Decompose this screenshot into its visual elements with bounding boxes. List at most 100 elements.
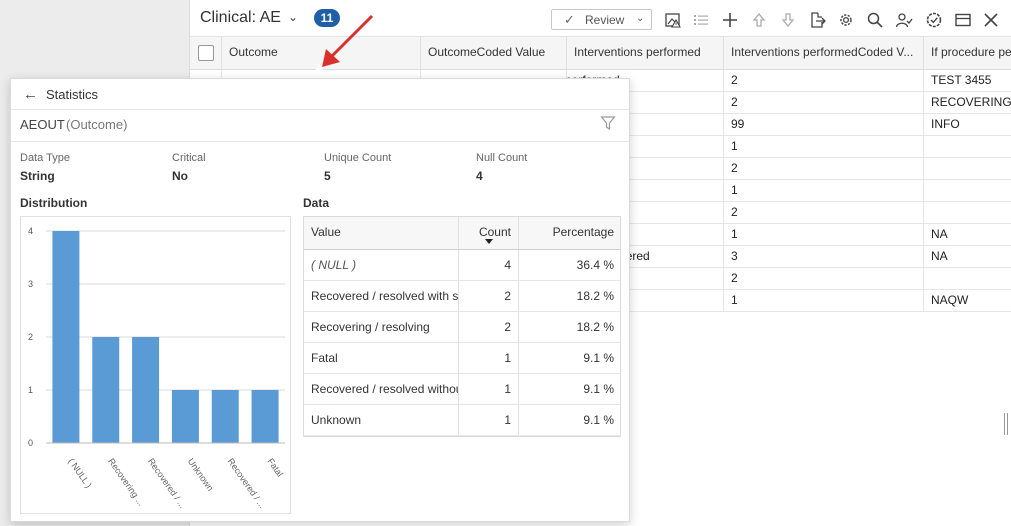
cell-coded: 2 — [724, 70, 924, 92]
header-count[interactable]: Count — [458, 217, 511, 250]
column-header-interventions[interactable]: Interventions performed — [567, 37, 724, 70]
cell-percentage: 9.1 % — [583, 382, 614, 396]
column-header-procedure[interactable]: If procedure pe — [924, 37, 1011, 70]
chart-bar[interactable] — [171, 390, 199, 443]
cell-value: Fatal — [311, 351, 338, 365]
y-tick-label: 4 — [28, 226, 33, 236]
cell-coded: 1 — [724, 180, 924, 202]
select-all-cell — [190, 37, 222, 70]
chart-bar[interactable] — [211, 390, 239, 443]
x-tick-label: Recovering ... — [106, 456, 146, 507]
variable-label: (Outcome) — [66, 117, 128, 132]
sort-desc-icon[interactable] — [485, 239, 493, 244]
add-icon[interactable] — [719, 9, 741, 31]
cell-percentage: 36.4 % — [576, 258, 614, 272]
cell-percentage: 18.2 % — [576, 320, 614, 334]
y-tick-label: 3 — [28, 279, 33, 289]
meta-value-data-type: String — [20, 169, 55, 183]
cell-value: ( NULL ) — [311, 258, 357, 272]
chart-bar[interactable] — [132, 337, 160, 443]
data-table-row[interactable]: Recovered / resolved with s 2 18.2 % — [304, 281, 620, 312]
meta-label-null-count: Null Count — [476, 152, 528, 164]
cell-procedure: TEST 3455 — [931, 73, 992, 87]
chevron-down-icon: ⌄ — [636, 13, 645, 24]
statistics-panel: ← Statistics AEOUT (Outcome) Data Type S… — [10, 78, 630, 522]
column-header-interventions-coded[interactable]: Interventions performedCoded V... — [724, 37, 924, 70]
data-table-body: ( NULL ) 4 36.4 % Recovered / resolved with… — [304, 250, 620, 436]
panel-pointer — [310, 64, 328, 78]
arrow-down-icon[interactable] — [777, 9, 799, 31]
x-tick-label: Recovered / ... — [146, 456, 188, 510]
chart-bar[interactable] — [251, 390, 279, 443]
cell-coded: 99 — [724, 114, 924, 136]
cell-coded: 1 — [724, 290, 924, 312]
cell-coded: 1 — [724, 136, 924, 158]
panel-title: Statistics — [46, 87, 99, 102]
y-tick-label: 0 — [28, 438, 33, 448]
cell-procedure: INFO — [931, 117, 960, 131]
x-tick-label: Fatal — [265, 456, 285, 478]
meta-value-null-count: 4 — [476, 169, 483, 183]
statistics-data-table: Value Count Percentage ( NULL ) 4 36.4 % Re… — [303, 216, 621, 437]
cell-percentage: 9.1 % — [583, 413, 614, 427]
chart-bar[interactable] — [52, 231, 80, 443]
cell-coded: 2 — [724, 92, 924, 114]
quality-badge-icon[interactable] — [923, 9, 945, 31]
y-tick-label: 1 — [28, 385, 33, 395]
meta-label-unique-count: Unique Count — [324, 152, 392, 164]
cell-procedure: RECOVERING / — [931, 95, 1011, 109]
back-arrow-icon[interactable]: ← — [23, 86, 38, 103]
chart-bar[interactable] — [92, 337, 120, 443]
x-tick-label: ( NULL ) — [66, 456, 94, 489]
cell-count: 1 — [504, 413, 511, 427]
select-all-checkbox[interactable] — [198, 45, 214, 61]
chevron-down-icon[interactable]: ⌄ — [288, 10, 298, 24]
image-warning-icon[interactable] — [662, 9, 684, 31]
column-header-outcome-coded[interactable]: OutcomeCoded Value — [421, 37, 567, 70]
cell-procedure — [924, 158, 1011, 180]
cell-count: 2 — [504, 320, 511, 334]
data-table-row[interactable]: Recovering / resolving 2 18.2 % — [304, 312, 620, 343]
cell-coded: 1 — [724, 224, 924, 246]
search-icon[interactable] — [864, 9, 886, 31]
variable-name: AEOUT — [20, 117, 65, 132]
panel-layout-icon[interactable] — [952, 9, 974, 31]
user-check-icon[interactable] — [893, 9, 915, 31]
header-value[interactable]: Value — [311, 217, 341, 250]
x-tick-label: Unknown — [186, 456, 216, 492]
data-table-header: Value Count Percentage — [304, 217, 620, 250]
data-title: Data — [303, 196, 330, 210]
data-table-row[interactable]: Fatal 1 9.1 % — [304, 343, 620, 374]
grid-toolbar: Clinical: AE ⌄ 11 ✓ Review ⌄ — [190, 0, 1011, 37]
distribution-title: Distribution — [20, 196, 88, 210]
data-table-row[interactable]: Unknown 1 9.1 % — [304, 405, 620, 436]
cell-count: 4 — [504, 258, 511, 272]
data-table-row[interactable]: Recovered / resolved withou 1 9.1 % — [304, 374, 620, 405]
list-icon[interactable] — [690, 9, 712, 31]
cell-procedure: NA — [931, 249, 948, 263]
gear-icon[interactable] — [835, 9, 857, 31]
review-dropdown-button[interactable]: ✓ Review ⌄ — [551, 9, 652, 30]
close-icon[interactable] — [980, 9, 1002, 31]
divider — [11, 141, 629, 142]
scrollbar-handle[interactable] — [1004, 413, 1008, 435]
export-icon[interactable] — [806, 9, 828, 31]
cell-procedure: NAQW — [931, 293, 969, 307]
cell-value: Unknown — [311, 413, 362, 427]
cell-value: Recovered / resolved withou — [311, 382, 458, 396]
filter-icon[interactable] — [600, 115, 616, 134]
cell-coded: 2 — [724, 268, 924, 290]
cell-procedure — [924, 268, 1011, 290]
cell-procedure — [924, 136, 1011, 158]
arrow-up-icon[interactable] — [748, 9, 770, 31]
data-table-row[interactable]: ( NULL ) 4 36.4 % — [304, 250, 620, 281]
cell-value: Recovered / resolved with s — [311, 289, 458, 303]
x-tick-label: Recovered / ... — [226, 456, 268, 510]
y-tick-label: 2 — [28, 332, 33, 342]
dataset-title[interactable]: Clinical: AE — [200, 9, 281, 27]
meta-label-critical: Critical — [172, 152, 206, 164]
annotation-arrow — [322, 14, 374, 67]
check-icon: ✓ — [564, 12, 575, 27]
header-percentage[interactable]: Percentage — [518, 217, 614, 250]
cell-coded: 3 — [724, 246, 924, 268]
